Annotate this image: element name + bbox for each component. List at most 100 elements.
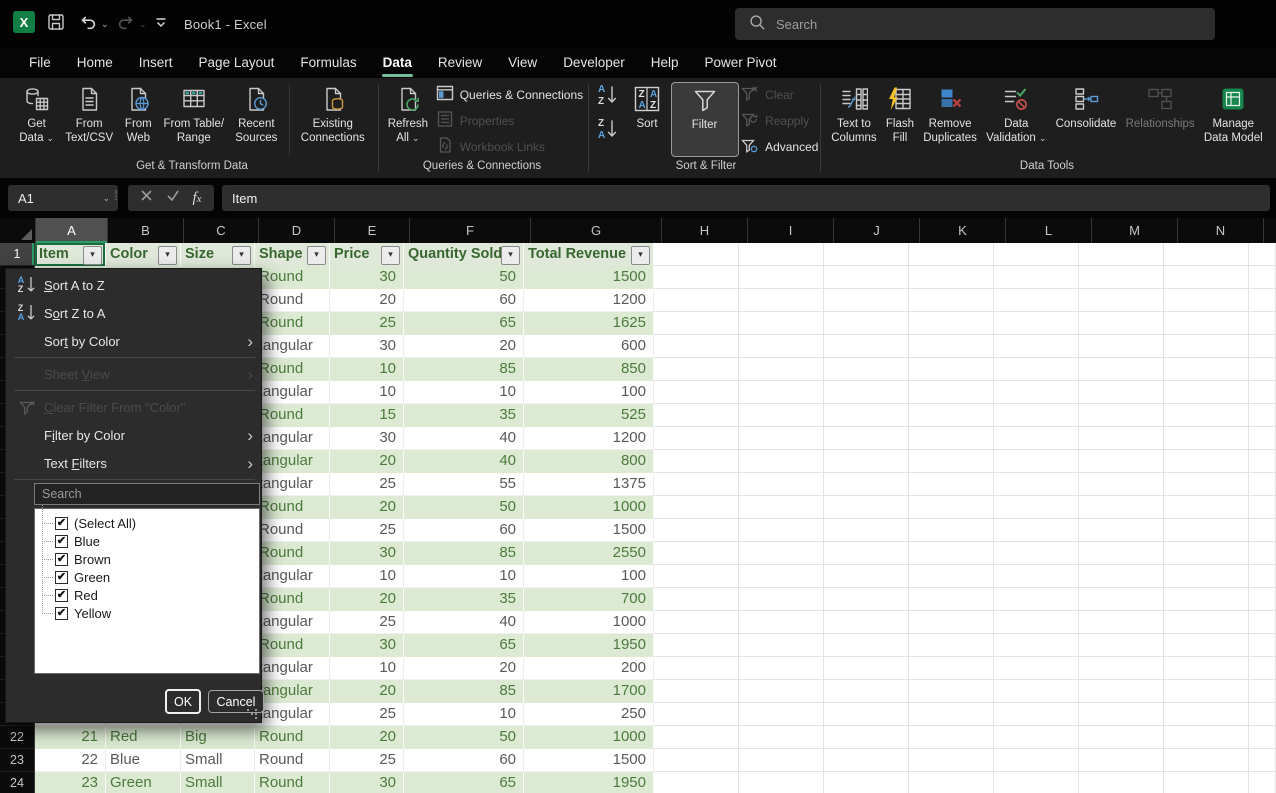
cell[interactable] (1079, 243, 1164, 266)
cell[interactable]: 1000 (524, 726, 654, 749)
cell[interactable] (824, 427, 909, 450)
cell[interactable] (909, 335, 994, 358)
column-header-e[interactable]: E (334, 218, 409, 243)
cell[interactable] (739, 611, 824, 634)
cell[interactable] (654, 519, 739, 542)
cell[interactable]: 1000 (524, 496, 654, 519)
cell[interactable]: 20 (330, 680, 404, 703)
cell[interactable] (1079, 312, 1164, 335)
sort-z-to-a-button[interactable]: ZA (594, 116, 624, 146)
cell[interactable] (1079, 611, 1164, 634)
checkbox-select-all[interactable]: ✔ (55, 517, 68, 530)
cell[interactable] (739, 335, 824, 358)
cell[interactable] (1164, 381, 1249, 404)
cell[interactable]: Small (181, 772, 255, 793)
cell[interactable] (824, 473, 909, 496)
cell[interactable] (824, 381, 909, 404)
recent-sources-button[interactable]: RecentSources (235, 82, 277, 145)
cell[interactable] (654, 749, 739, 772)
cell[interactable] (1079, 726, 1164, 749)
cell[interactable] (739, 657, 824, 680)
tab-developer[interactable]: Developer (550, 48, 638, 78)
sort-a-to-z-button[interactable]: AZ (594, 82, 624, 112)
cell[interactable] (909, 749, 994, 772)
cell[interactable]: 60 (404, 519, 524, 542)
cell[interactable] (994, 243, 1079, 266)
cell[interactable]: 85 (404, 358, 524, 381)
cell[interactable] (1249, 473, 1276, 496)
cell[interactable] (1164, 703, 1249, 726)
header-cell-total-revenue[interactable]: Total Revenue▾ (524, 243, 654, 266)
cell[interactable] (1249, 312, 1276, 335)
cell[interactable] (1164, 588, 1249, 611)
cell[interactable] (994, 749, 1079, 772)
cell[interactable] (994, 657, 1079, 680)
column-header-n[interactable]: N (1177, 218, 1263, 243)
cell[interactable] (1079, 427, 1164, 450)
cell[interactable]: 100 (524, 565, 654, 588)
header-cell-color[interactable]: Color▾ (106, 243, 181, 266)
cell[interactable] (994, 450, 1079, 473)
filter-menu-item-filter-by-color[interactable]: Filter by Color› (6, 421, 261, 449)
cell[interactable] (994, 680, 1079, 703)
cell[interactable]: 85 (404, 680, 524, 703)
cell[interactable]: 1625 (524, 312, 654, 335)
cell[interactable] (1164, 312, 1249, 335)
cell[interactable] (909, 243, 994, 266)
filter-value-option-brown[interactable]: ✔Brown (35, 550, 259, 568)
cell[interactable] (824, 266, 909, 289)
cell[interactable] (1164, 680, 1249, 703)
cell[interactable]: 700 (524, 588, 654, 611)
cell[interactable] (1164, 496, 1249, 519)
cell[interactable]: Rectangular (255, 611, 330, 634)
cell[interactable]: Round (255, 634, 330, 657)
cell[interactable] (1164, 266, 1249, 289)
cell[interactable] (1079, 289, 1164, 312)
cell[interactable] (739, 680, 824, 703)
cell[interactable]: 200 (524, 657, 654, 680)
cell[interactable] (1164, 519, 1249, 542)
cell[interactable]: 1375 (524, 473, 654, 496)
cell[interactable]: 30 (330, 634, 404, 657)
cell[interactable] (909, 772, 994, 793)
cell[interactable] (1079, 335, 1164, 358)
cell[interactable] (654, 588, 739, 611)
cell[interactable] (824, 657, 909, 680)
cell[interactable] (824, 703, 909, 726)
cell[interactable] (1249, 772, 1276, 793)
cell[interactable]: Round (255, 588, 330, 611)
cell[interactable] (824, 772, 909, 793)
cell[interactable]: Round (255, 519, 330, 542)
cell[interactable] (909, 680, 994, 703)
cell[interactable] (654, 680, 739, 703)
cell[interactable] (1249, 703, 1276, 726)
column-header-k[interactable]: K (919, 218, 1005, 243)
cell[interactable] (1079, 404, 1164, 427)
cell[interactable]: 60 (404, 289, 524, 312)
cell[interactable] (654, 450, 739, 473)
cell[interactable]: Big (181, 726, 255, 749)
cell[interactable] (1079, 772, 1164, 793)
cell[interactable] (1164, 542, 1249, 565)
cell[interactable] (824, 749, 909, 772)
cell[interactable] (654, 312, 739, 335)
search-box[interactable]: Search (735, 8, 1215, 40)
cell[interactable] (1249, 680, 1276, 703)
cell[interactable] (654, 335, 739, 358)
tab-page-layout[interactable]: Page Layout (186, 48, 288, 78)
cell[interactable] (1164, 611, 1249, 634)
from-text-csv-button[interactable]: FromText/CSV (65, 82, 113, 145)
filter-value-option-yellow[interactable]: ✔Yellow (35, 604, 259, 622)
tab-home[interactable]: Home (64, 48, 126, 78)
column-header-d[interactable]: D (258, 218, 334, 243)
cell[interactable] (1249, 542, 1276, 565)
cell[interactable]: Rectangular (255, 427, 330, 450)
cell[interactable] (1079, 266, 1164, 289)
cell[interactable] (1079, 519, 1164, 542)
cell[interactable] (994, 496, 1079, 519)
checkbox-yellow[interactable]: ✔ (55, 607, 68, 620)
column-header-m[interactable]: M (1091, 218, 1177, 243)
tab-help[interactable]: Help (638, 48, 692, 78)
cell[interactable] (654, 381, 739, 404)
name-box[interactable]: A1 ⌄ (8, 185, 118, 211)
